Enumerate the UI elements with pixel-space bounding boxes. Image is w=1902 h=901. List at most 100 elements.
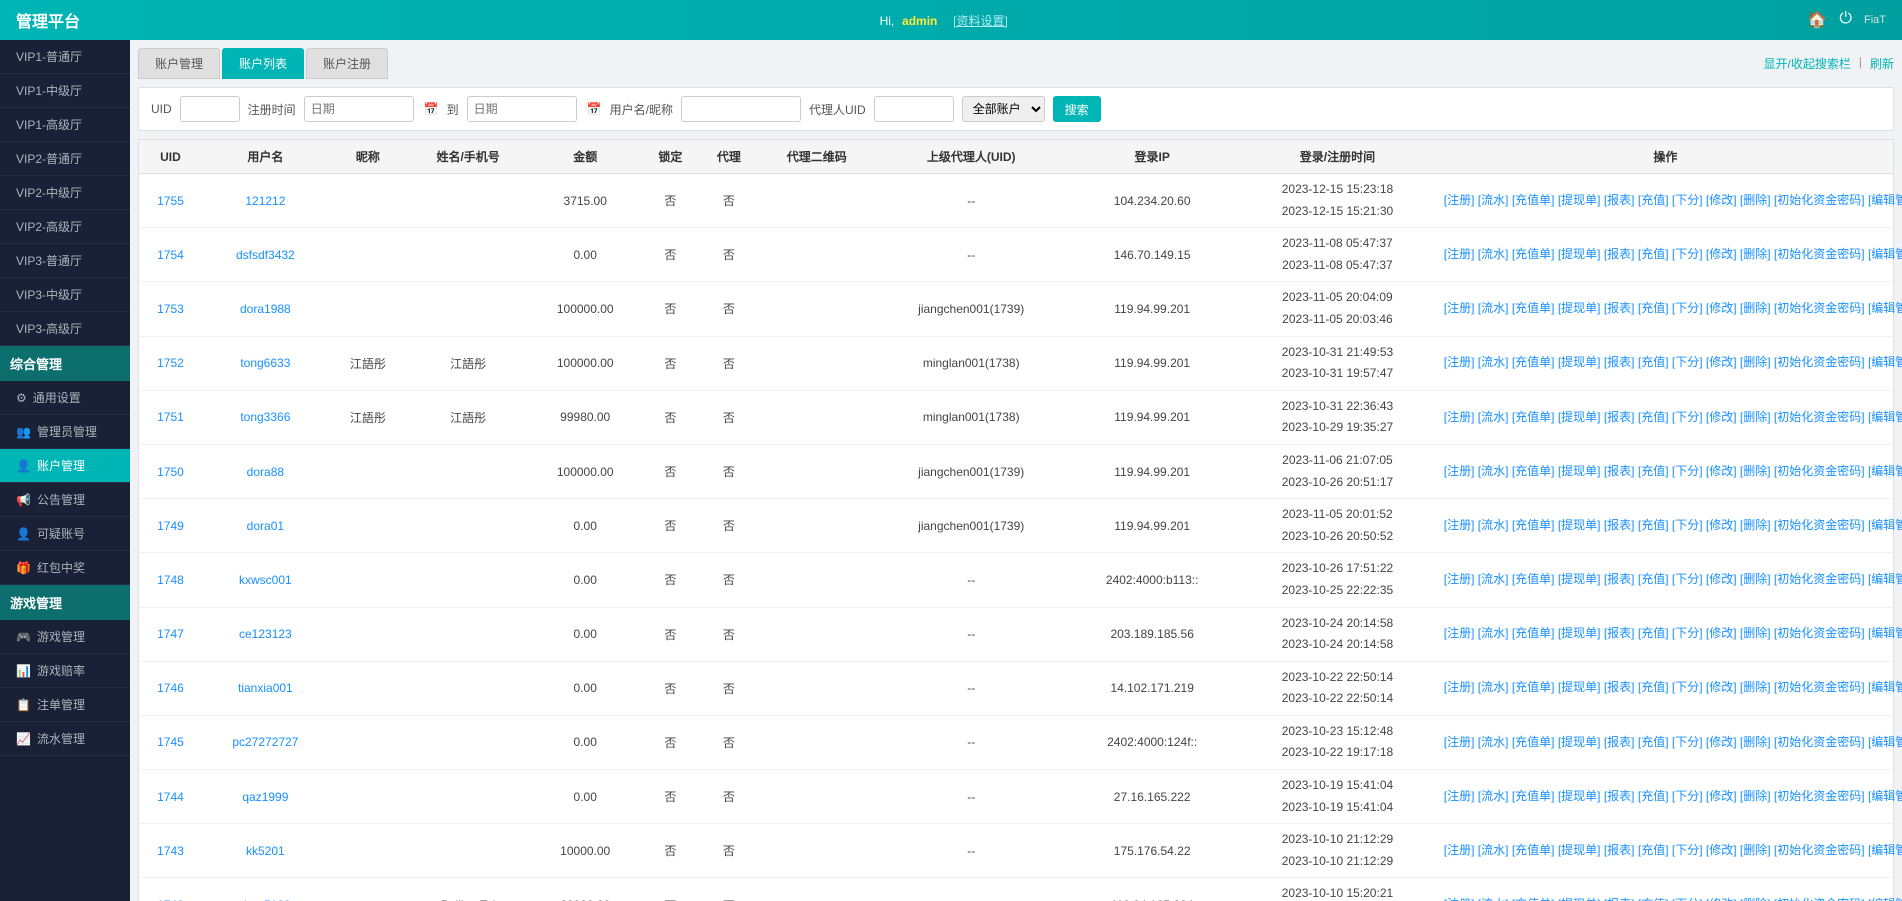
action-link[interactable]: [编辑管理关闭] [1868, 518, 1902, 532]
action-link[interactable]: [注册] [1444, 897, 1475, 901]
action-link[interactable]: [下分] [1672, 518, 1703, 532]
action-link[interactable]: [初始化资金密码] [1774, 355, 1865, 369]
action-link[interactable]: [初始化资金密码] [1774, 572, 1865, 586]
action-link[interactable]: [编辑管理关闭] [1868, 626, 1902, 640]
action-link[interactable]: [充值单] [1512, 572, 1555, 586]
action-link[interactable]: [删除] [1740, 680, 1771, 694]
action-link[interactable]: [注册] [1444, 843, 1475, 857]
power-icon[interactable]: ⏻ [1839, 10, 1852, 30]
action-link[interactable]: [下分] [1672, 410, 1703, 424]
action-link[interactable]: [编辑管理关闭] [1868, 301, 1902, 315]
action-link[interactable]: [充值单] [1512, 464, 1555, 478]
action-link[interactable]: [下分] [1672, 843, 1703, 857]
action-link[interactable]: [初始化资金密码] [1774, 897, 1865, 901]
action-link[interactable]: [充值] [1638, 572, 1669, 586]
action-link[interactable]: [编辑管理关闭] [1868, 789, 1902, 803]
toggle-search-btn[interactable]: 显开/收起搜索栏 [1764, 55, 1851, 72]
action-link[interactable]: [充值] [1638, 789, 1669, 803]
username-input[interactable] [681, 96, 801, 122]
date-from-input[interactable] [304, 96, 414, 122]
action-link[interactable]: [编辑管理关闭] [1868, 464, 1902, 478]
action-link[interactable]: [删除] [1740, 193, 1771, 207]
action-link[interactable]: [下分] [1672, 897, 1703, 901]
uid-link[interactable]: 1751 [157, 410, 184, 424]
action-link[interactable]: [充值] [1638, 301, 1669, 315]
username-link[interactable]: dora01 [247, 519, 284, 533]
action-link[interactable]: [初始化资金密码] [1774, 247, 1865, 261]
action-link[interactable]: [修改] [1706, 626, 1737, 640]
action-link[interactable]: [充值] [1638, 410, 1669, 424]
username-link[interactable]: qaz1999 [242, 790, 288, 804]
action-link[interactable]: [下分] [1672, 301, 1703, 315]
action-link[interactable]: [充值单] [1512, 410, 1555, 424]
action-link[interactable]: [充值] [1638, 464, 1669, 478]
action-link[interactable]: [初始化资金密码] [1774, 193, 1865, 207]
action-link[interactable]: [注册] [1444, 789, 1475, 803]
action-link[interactable]: [流水] [1478, 735, 1509, 749]
calendar-to-icon[interactable]: 📅 [587, 102, 602, 116]
tab-account-list[interactable]: 账户列表 [222, 48, 304, 79]
action-link[interactable]: [注册] [1444, 410, 1475, 424]
action-link[interactable]: [提现单] [1558, 843, 1601, 857]
sidebar-item-vip3-high[interactable]: VIP3-高级厅 [0, 312, 130, 346]
action-link[interactable]: [报表] [1604, 789, 1635, 803]
uid-link[interactable]: 1745 [157, 735, 184, 749]
action-link[interactable]: [初始化资金密码] [1774, 301, 1865, 315]
action-link[interactable]: [报表] [1604, 247, 1635, 261]
action-link[interactable]: [流水] [1478, 247, 1509, 261]
sidebar-item-notice-mgmt[interactable]: 📢 公告管理 [0, 483, 130, 517]
sidebar-item-vip1-high[interactable]: VIP1-高级厅 [0, 108, 130, 142]
action-link[interactable]: [下分] [1672, 789, 1703, 803]
agent-uid-input[interactable] [874, 96, 954, 122]
username-link[interactable]: 121212 [245, 194, 285, 208]
uid-link[interactable]: 1754 [157, 248, 184, 262]
action-link[interactable]: [充值] [1638, 518, 1669, 532]
action-link[interactable]: [提现单] [1558, 355, 1601, 369]
sidebar-item-account-mgmt[interactable]: 👤 账户管理 [0, 449, 130, 483]
username-link[interactable]: kxwsc001 [239, 573, 292, 587]
action-link[interactable]: [报表] [1604, 355, 1635, 369]
sidebar-item-game-odds[interactable]: 📊 游戏赔率 [0, 654, 130, 688]
action-link[interactable]: [充值单] [1512, 897, 1555, 901]
action-link[interactable]: [初始化资金密码] [1774, 735, 1865, 749]
username-link[interactable]: kk5201 [246, 844, 285, 858]
action-link[interactable]: [提现单] [1558, 410, 1601, 424]
action-link[interactable]: [流水] [1478, 789, 1509, 803]
action-link[interactable]: [流水] [1478, 626, 1509, 640]
action-link[interactable]: [流水] [1478, 193, 1509, 207]
action-link[interactable]: [删除] [1740, 355, 1771, 369]
username-link[interactable]: tianxia001 [238, 681, 293, 695]
sidebar-item-admin-mgmt[interactable]: 👥 管理员管理 [0, 415, 130, 449]
action-link[interactable]: [删除] [1740, 789, 1771, 803]
action-link[interactable]: [编辑管理关闭] [1868, 572, 1902, 586]
action-link[interactable]: [注册] [1444, 464, 1475, 478]
username-link[interactable]: tong6633 [240, 356, 290, 370]
action-link[interactable]: [充值单] [1512, 735, 1555, 749]
uid-input[interactable] [180, 96, 240, 122]
action-link[interactable]: [流水] [1478, 410, 1509, 424]
action-link[interactable]: [初始化资金密码] [1774, 518, 1865, 532]
sidebar-item-suspicious[interactable]: 👤 可疑账号 [0, 517, 130, 551]
action-link[interactable]: [报表] [1604, 680, 1635, 694]
action-link[interactable]: [充值] [1638, 843, 1669, 857]
action-link[interactable]: [充值] [1638, 735, 1669, 749]
uid-link[interactable]: 1748 [157, 573, 184, 587]
action-link[interactable]: [提现单] [1558, 572, 1601, 586]
search-button[interactable]: 搜索 [1053, 96, 1101, 122]
sidebar-item-vip2-high[interactable]: VIP2-高级厅 [0, 210, 130, 244]
action-link[interactable]: [下分] [1672, 193, 1703, 207]
action-link[interactable]: [编辑管理关闭] [1868, 680, 1902, 694]
action-link[interactable]: [初始化资金密码] [1774, 626, 1865, 640]
action-link[interactable]: [提现单] [1558, 680, 1601, 694]
action-link[interactable]: [充值单] [1512, 301, 1555, 315]
refresh-btn[interactable]: 刷新 [1870, 55, 1894, 72]
action-link[interactable]: [充值单] [1512, 193, 1555, 207]
action-link[interactable]: [充值] [1638, 897, 1669, 901]
action-link[interactable]: [注册] [1444, 301, 1475, 315]
action-link[interactable]: [充值单] [1512, 843, 1555, 857]
username-link[interactable]: tong3366 [240, 410, 290, 424]
action-link[interactable]: [充值] [1638, 247, 1669, 261]
action-link[interactable]: [修改] [1706, 193, 1737, 207]
action-link[interactable]: [删除] [1740, 572, 1771, 586]
action-link[interactable]: [提现单] [1558, 301, 1601, 315]
